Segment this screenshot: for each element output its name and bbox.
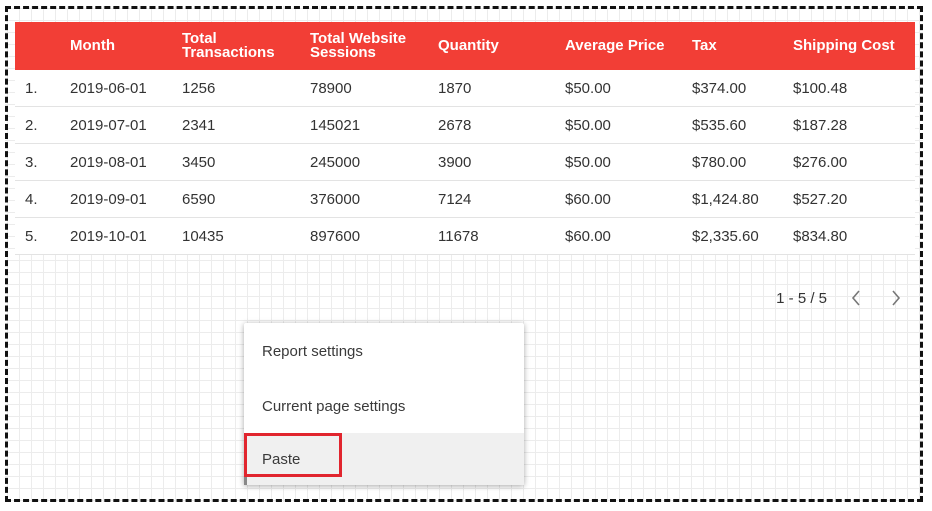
data-table: Month Total Transactions Total Website S… — [15, 22, 915, 307]
previous-page-button[interactable] — [845, 287, 867, 309]
context-menu: Report settings Current page settings Pa… — [244, 323, 524, 485]
cell-shipping-cost: $187.28 — [793, 116, 848, 134]
cell-tax: $374.00 — [692, 79, 747, 97]
table-row: 5. 2019-10-01 10435 897600 11678 $60.00 … — [15, 218, 915, 255]
cell-tax: $1,424.80 — [692, 190, 759, 208]
cell-average-price: $50.00 — [565, 153, 611, 171]
row-index: 3. — [25, 153, 38, 171]
menu-item-label: Report settings — [262, 342, 363, 360]
cell-month: 2019-10-01 — [70, 227, 147, 245]
table-header: Month Total Transactions Total Website S… — [15, 22, 915, 70]
row-index: 1. — [25, 79, 38, 97]
cell-quantity: 11678 — [438, 227, 479, 245]
header-average-price[interactable]: Average Price — [555, 39, 682, 53]
cell-month: 2019-09-01 — [70, 190, 147, 208]
pagination-label: 1 - 5 / 5 — [776, 289, 827, 307]
cell-average-price: $50.00 — [565, 116, 611, 134]
menu-item-current-page-settings[interactable]: Current page settings — [244, 379, 524, 433]
menu-item-paste[interactable]: Paste — [244, 433, 524, 485]
table-row: 2. 2019-07-01 2341 145021 2678 $50.00 $5… — [15, 107, 915, 144]
header-month[interactable]: Month — [60, 39, 172, 53]
cell-quantity: 1870 — [438, 79, 472, 97]
row-index: 4. — [25, 190, 38, 208]
cell-tax: $2,335.60 — [692, 227, 759, 245]
row-index: 2. — [25, 116, 38, 134]
header-quantity[interactable]: Quantity — [428, 39, 555, 53]
cell-average-price: $60.00 — [565, 190, 611, 208]
cell-transactions: 3450 — [182, 153, 216, 171]
cell-shipping-cost: $100.48 — [793, 79, 848, 97]
cell-quantity: 2678 — [438, 116, 472, 134]
chevron-left-icon — [851, 290, 860, 306]
cell-sessions: 78900 — [310, 79, 352, 97]
cell-shipping-cost: $834.80 — [793, 227, 848, 245]
cell-sessions: 245000 — [310, 153, 361, 171]
header-total-website-sessions[interactable]: Total Website Sessions — [300, 32, 428, 60]
scroll-indicator — [244, 477, 247, 485]
cell-month: 2019-07-01 — [70, 116, 147, 134]
cell-month: 2019-06-01 — [70, 79, 147, 97]
header-tax[interactable]: Tax — [682, 39, 783, 53]
menu-item-label: Current page settings — [262, 397, 406, 415]
table-row: 4. 2019-09-01 6590 376000 7124 $60.00 $1… — [15, 181, 915, 218]
table-row: 1. 2019-06-01 1256 78900 1870 $50.00 $37… — [15, 70, 915, 107]
cell-quantity: 3900 — [438, 153, 472, 171]
header-shipping-cost[interactable]: Shipping Cost — [783, 39, 915, 53]
table-row: 3. 2019-08-01 3450 245000 3900 $50.00 $7… — [15, 144, 915, 181]
cell-tax: $535.60 — [692, 116, 747, 134]
cell-sessions: 145021 — [310, 116, 361, 134]
cell-tax: $780.00 — [692, 153, 747, 171]
highlight-box — [244, 433, 342, 477]
chevron-right-icon — [892, 290, 901, 306]
cell-average-price: $60.00 — [565, 227, 611, 245]
cell-shipping-cost: $276.00 — [793, 153, 848, 171]
cell-shipping-cost: $527.20 — [793, 190, 848, 208]
cell-average-price: $50.00 — [565, 79, 611, 97]
cell-quantity: 7124 — [438, 190, 472, 208]
cell-sessions: 897600 — [310, 227, 361, 245]
menu-item-report-settings[interactable]: Report settings — [244, 323, 524, 379]
cell-transactions: 1256 — [182, 79, 216, 97]
cell-month: 2019-08-01 — [70, 153, 147, 171]
row-index: 5. — [25, 227, 38, 245]
cell-transactions: 10435 — [182, 227, 224, 245]
cell-transactions: 2341 — [182, 116, 216, 134]
header-total-transactions[interactable]: Total Transactions — [172, 32, 300, 60]
cell-sessions: 376000 — [310, 190, 361, 208]
next-page-button[interactable] — [885, 287, 907, 309]
cell-transactions: 6590 — [182, 190, 216, 208]
pagination: 1 - 5 / 5 — [776, 287, 907, 309]
